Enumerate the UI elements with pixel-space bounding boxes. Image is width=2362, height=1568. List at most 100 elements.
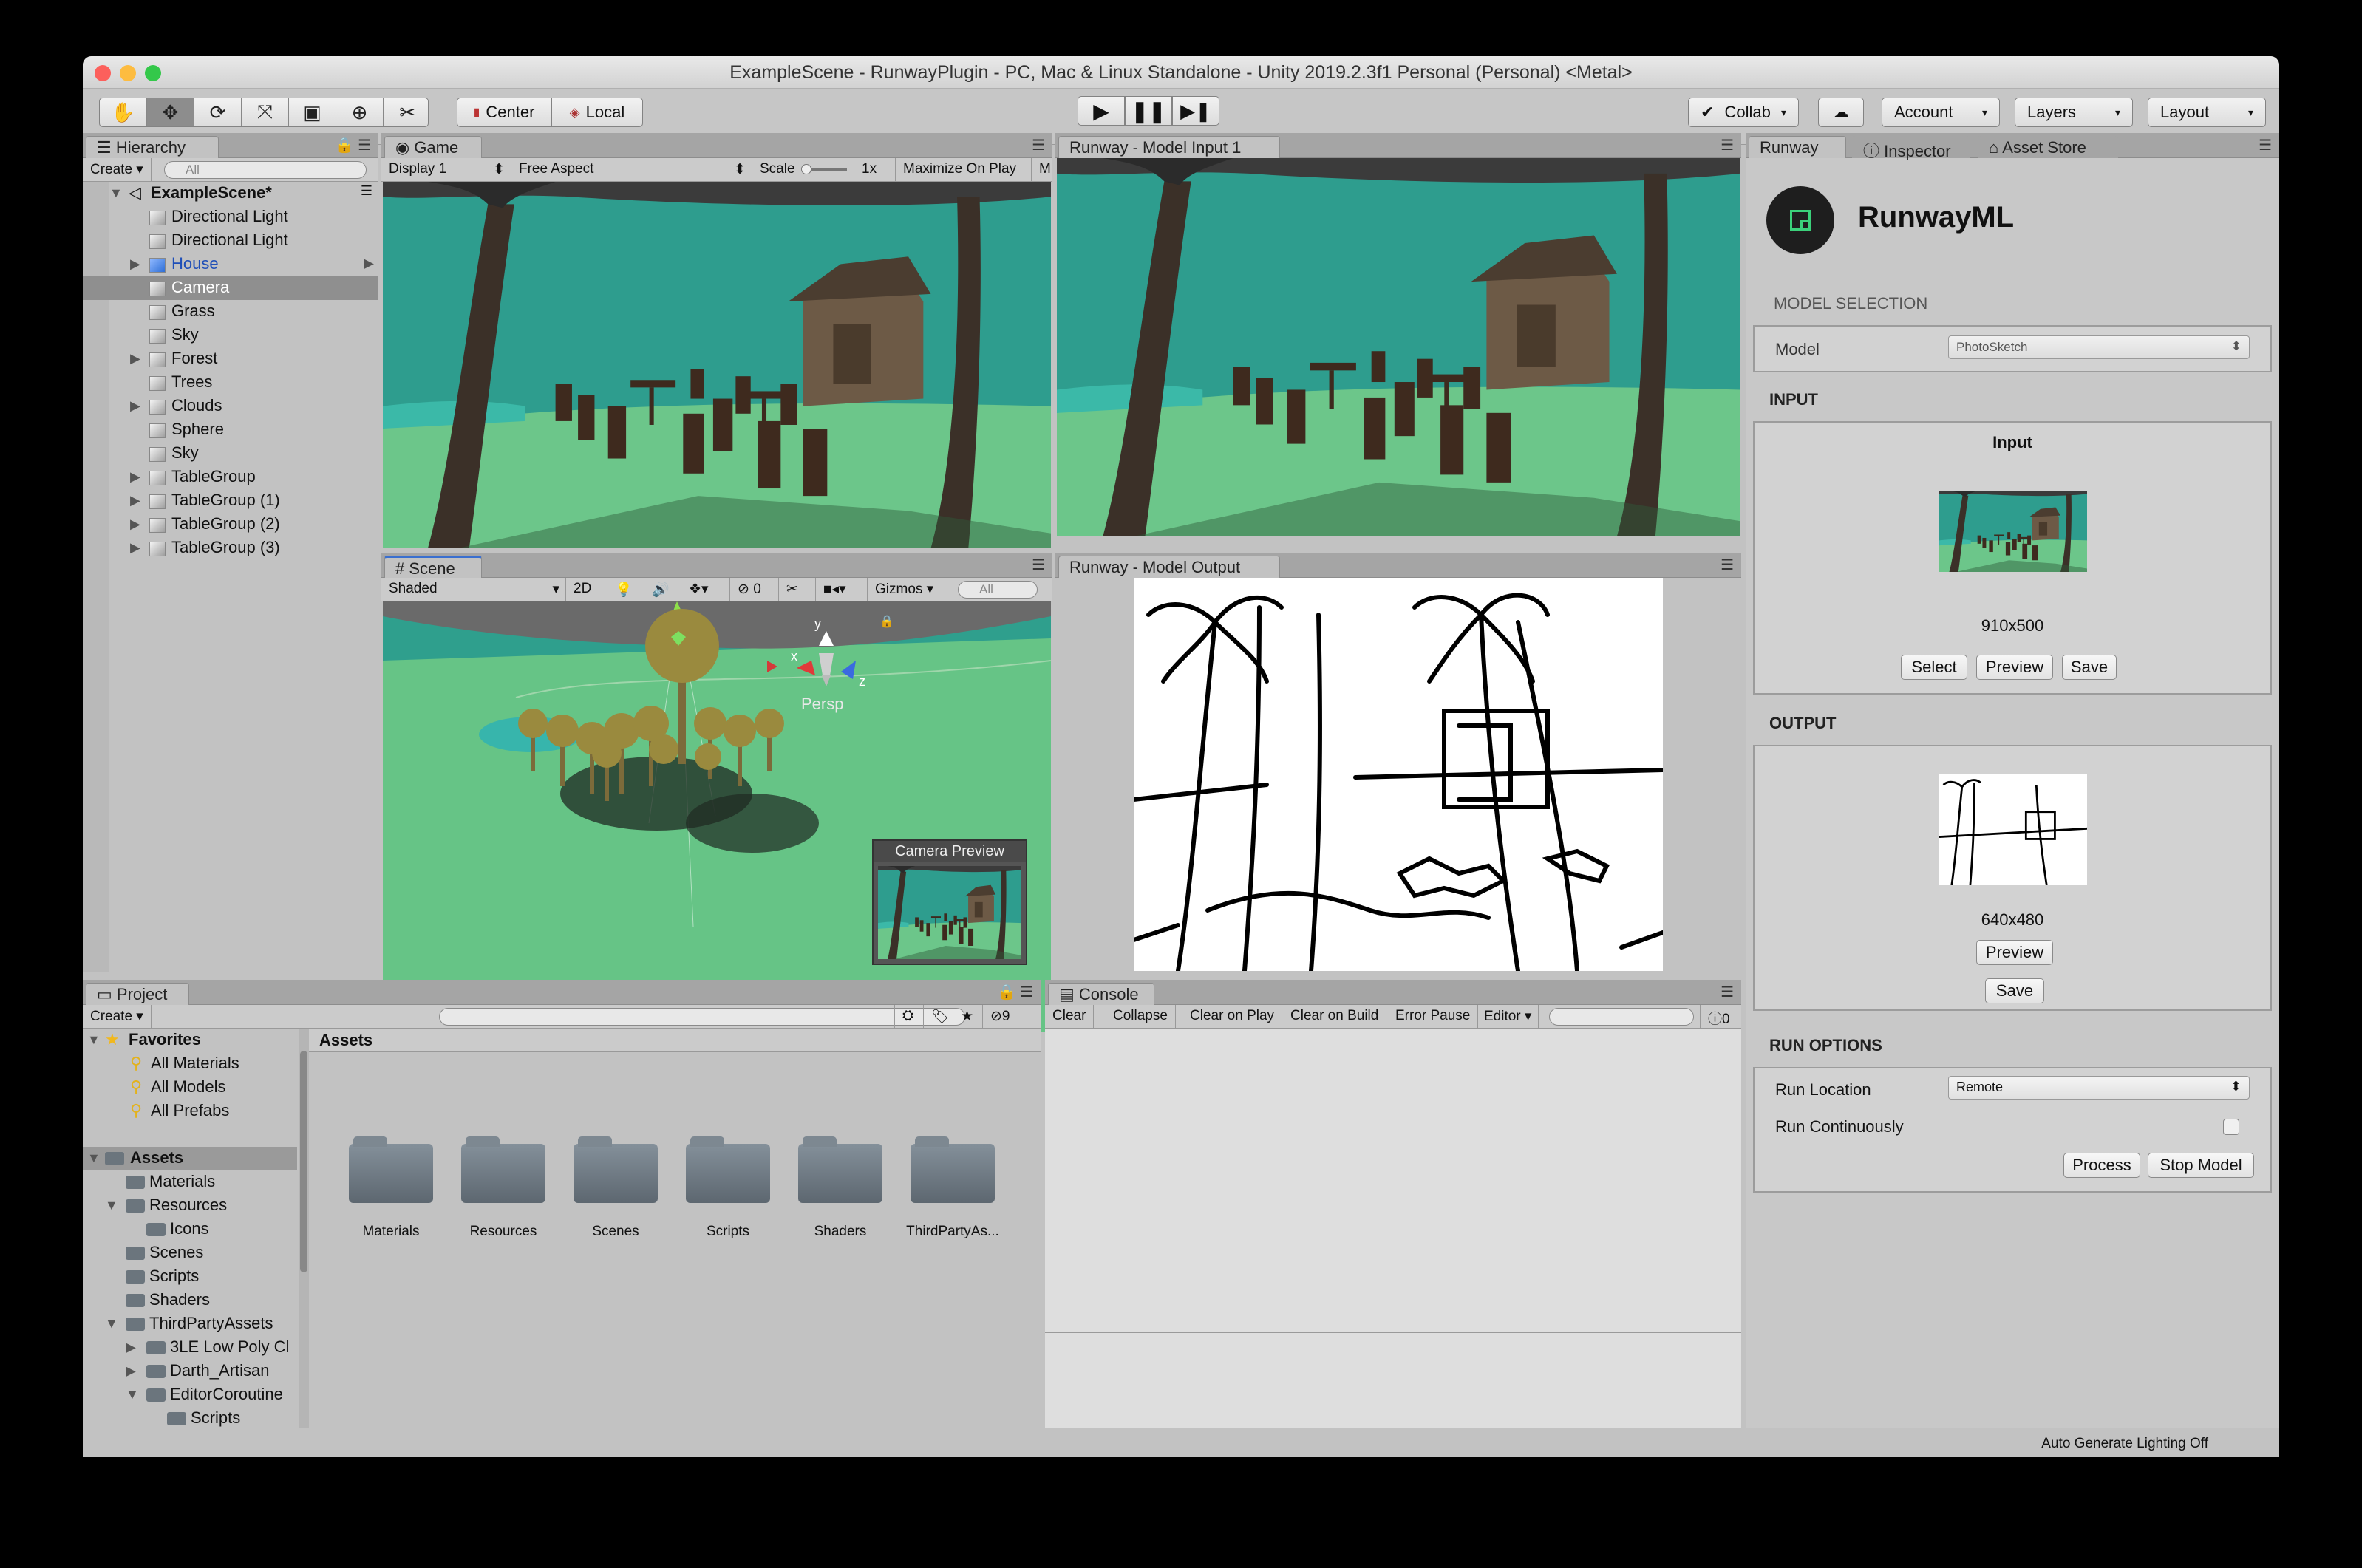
favorites-header[interactable]: ▼ ★ Favorites bbox=[83, 1029, 297, 1052]
collab-dropdown[interactable]: ✔ Collab ▾ bbox=[1688, 98, 1799, 127]
asset-tree-item[interactable]: Materials bbox=[83, 1170, 297, 1194]
favorites-item[interactable]: ⚲ All Materials bbox=[83, 1052, 297, 1076]
expand-arrow-icon[interactable]: ▼ bbox=[105, 1198, 118, 1213]
run-location-dropdown[interactable]: Remote ⬍ bbox=[1948, 1076, 2250, 1100]
2d-toggle[interactable]: 2D bbox=[566, 578, 607, 601]
hierarchy-item[interactable]: Sphere bbox=[83, 418, 378, 442]
output-save-button[interactable]: Save bbox=[1985, 978, 2044, 1003]
hierarchy-item[interactable]: ▶ Clouds bbox=[83, 395, 378, 418]
asset-tree-item[interactable]: Scripts bbox=[83, 1265, 297, 1289]
create-dropdown[interactable]: Create ▾ bbox=[83, 1005, 152, 1028]
hierarchy-item[interactable]: ▶ TableGroup bbox=[83, 466, 378, 489]
expand-arrow-icon[interactable]: ▶ bbox=[130, 540, 140, 556]
scene-root-row[interactable]: ▼ ◁ ExampleScene* ☰ bbox=[83, 182, 378, 205]
error-pause-toggle[interactable]: Error Pause bbox=[1388, 1005, 1479, 1028]
hierarchy-item[interactable]: Sky bbox=[83, 324, 378, 347]
asset-tree-item[interactable]: ▼ ThirdPartyAssets bbox=[83, 1312, 297, 1336]
hierarchy-item[interactable]: Directional Light bbox=[83, 205, 378, 229]
hierarchy-item[interactable]: Camera bbox=[83, 276, 378, 300]
transform-tool-icon[interactable]: ⊕ bbox=[336, 98, 384, 126]
favorites-item[interactable]: ⚲ All Prefabs bbox=[83, 1100, 297, 1123]
asset-tree-item[interactable]: ▼ Resources bbox=[83, 1194, 297, 1218]
panel-menu-icon[interactable]: ☰ bbox=[1032, 556, 1045, 574]
stop-model-button[interactable]: Stop Model bbox=[2148, 1153, 2254, 1178]
asset-tree-item[interactable]: ▼ EditorCoroutine bbox=[83, 1383, 297, 1407]
expand-arrow-icon[interactable]: ▶ bbox=[130, 256, 140, 272]
collapse-toggle[interactable]: Collapse bbox=[1106, 1005, 1176, 1028]
hierarchy-item[interactable]: Trees bbox=[83, 371, 378, 395]
expand-arrow-icon[interactable]: ▶ bbox=[126, 1340, 136, 1355]
pivot-space-button[interactable]: ◈ Local bbox=[551, 98, 643, 127]
scrollbar-thumb[interactable] bbox=[300, 1051, 307, 1272]
tab-model-input[interactable]: Runway - Model Input 1 bbox=[1058, 136, 1280, 158]
move-tool-icon[interactable]: ✥ bbox=[147, 98, 194, 126]
tab-game[interactable]: ◉ Game bbox=[384, 136, 482, 158]
hierarchy-item[interactable]: Directional Light bbox=[83, 229, 378, 253]
asset-tree-item[interactable]: ▶ 3LE Low Poly Cl bbox=[83, 1336, 297, 1360]
create-dropdown[interactable]: Create ▾ bbox=[83, 158, 152, 181]
select-button[interactable]: Select bbox=[1901, 655, 1967, 680]
expand-arrow-icon[interactable]: ▼ bbox=[126, 1387, 139, 1402]
process-button[interactable]: Process bbox=[2063, 1153, 2140, 1178]
tab-hierarchy[interactable]: ☰ Hierarchy bbox=[86, 136, 219, 158]
favorite-star-icon[interactable]: ★ bbox=[953, 1005, 983, 1028]
tree-scrollbar[interactable] bbox=[299, 1029, 309, 1442]
persp-label[interactable]: Persp bbox=[801, 695, 843, 713]
model-dropdown[interactable]: PhotoSketch ⬍ bbox=[1948, 335, 2250, 359]
hierarchy-search-input[interactable]: All bbox=[164, 161, 367, 179]
hierarchy-item[interactable]: ▶ Forest bbox=[83, 347, 378, 371]
rect-tool-icon[interactable]: ▣ bbox=[289, 98, 336, 126]
panel-menu-icon[interactable]: ☰ bbox=[2259, 136, 2272, 154]
error-count-toggle[interactable]: ⓘ0 bbox=[1700, 1005, 1741, 1028]
input-save-button[interactable]: Save bbox=[2062, 655, 2117, 680]
folder-icon[interactable] bbox=[349, 1136, 433, 1203]
clear-on-build-toggle[interactable]: Clear on Build bbox=[1283, 1005, 1387, 1028]
hierarchy-item[interactable]: Sky bbox=[83, 442, 378, 466]
camera-dropdown-icon[interactable]: ■◂▾ bbox=[816, 578, 868, 601]
cloud-button[interactable]: ☁ bbox=[1818, 98, 1864, 127]
asset-tree-item[interactable]: Icons bbox=[83, 1218, 297, 1241]
panel-menu-icon[interactable]: ☰ bbox=[1721, 983, 1734, 1001]
lighting-toggle-icon[interactable]: 💡 bbox=[607, 578, 644, 601]
layers-dropdown[interactable]: Layers ▾ bbox=[2015, 98, 2133, 127]
search-by-type-icon[interactable]: ⛭ bbox=[894, 1005, 924, 1028]
folder-icon[interactable] bbox=[461, 1136, 545, 1203]
hierarchy-item[interactable]: Grass bbox=[83, 300, 378, 324]
folder-icon[interactable] bbox=[798, 1136, 882, 1203]
tab-console[interactable]: ▤ Console bbox=[1048, 983, 1154, 1005]
tab-asset-store[interactable]: ⌂ Asset Store bbox=[1978, 136, 2118, 158]
favorites-item[interactable]: ⚲ All Models bbox=[83, 1076, 297, 1100]
expand-arrow-icon[interactable]: ▶ bbox=[130, 493, 140, 508]
expand-arrow-icon[interactable]: ▶ bbox=[130, 351, 140, 367]
clear-button[interactable]: Clear bbox=[1045, 1005, 1095, 1028]
panel-menu-icon[interactable]: 🔒 ☰ bbox=[336, 136, 371, 154]
tab-project[interactable]: ▭ Project bbox=[86, 983, 189, 1005]
asset-tree-item[interactable]: ▶ Darth_Artisan bbox=[83, 1360, 297, 1383]
panel-menu-icon[interactable]: ☰ bbox=[1721, 136, 1734, 154]
console-log-list[interactable] bbox=[1045, 1029, 1741, 1333]
project-search-input[interactable] bbox=[439, 1008, 965, 1026]
display-dropdown[interactable]: Display 1 ⬍ bbox=[381, 158, 511, 181]
pivot-center-button[interactable]: ▮ Center bbox=[457, 98, 551, 127]
expand-arrow-icon[interactable]: ▶ bbox=[130, 517, 140, 532]
game-view-render[interactable] bbox=[383, 182, 1051, 548]
step-button[interactable]: ▶❚ bbox=[1172, 96, 1219, 126]
input-preview-button[interactable]: Preview bbox=[1976, 655, 2053, 680]
aspect-dropdown[interactable]: Free Aspect ⬍ bbox=[511, 158, 752, 181]
hierarchy-item[interactable]: ▶ House ▶ bbox=[83, 253, 378, 276]
hand-tool-icon[interactable]: ✋ bbox=[100, 98, 147, 126]
mute-audio-toggle[interactable]: M bbox=[1032, 158, 1052, 181]
output-preview-button[interactable]: Preview bbox=[1976, 940, 2053, 965]
asset-tree-item[interactable]: Scenes bbox=[83, 1241, 297, 1265]
editor-dropdown[interactable]: Editor ▾ bbox=[1477, 1005, 1539, 1028]
scene-menu-icon[interactable]: ☰ bbox=[361, 183, 372, 199]
breadcrumb-label[interactable]: Assets bbox=[319, 1031, 372, 1050]
tab-scene[interactable]: # Scene bbox=[384, 556, 482, 578]
folder-icon[interactable] bbox=[911, 1136, 995, 1203]
assets-root-row[interactable]: ▼ Assets bbox=[83, 1147, 297, 1170]
hidden-packages-toggle[interactable]: ⊘9 bbox=[983, 1005, 1035, 1028]
folder-icon[interactable] bbox=[574, 1136, 658, 1203]
clear-on-play-toggle[interactable]: Clear on Play bbox=[1182, 1005, 1283, 1028]
panel-menu-icon[interactable]: ☰ bbox=[1721, 556, 1734, 574]
panel-menu-icon[interactable]: ☰ bbox=[1032, 136, 1045, 154]
